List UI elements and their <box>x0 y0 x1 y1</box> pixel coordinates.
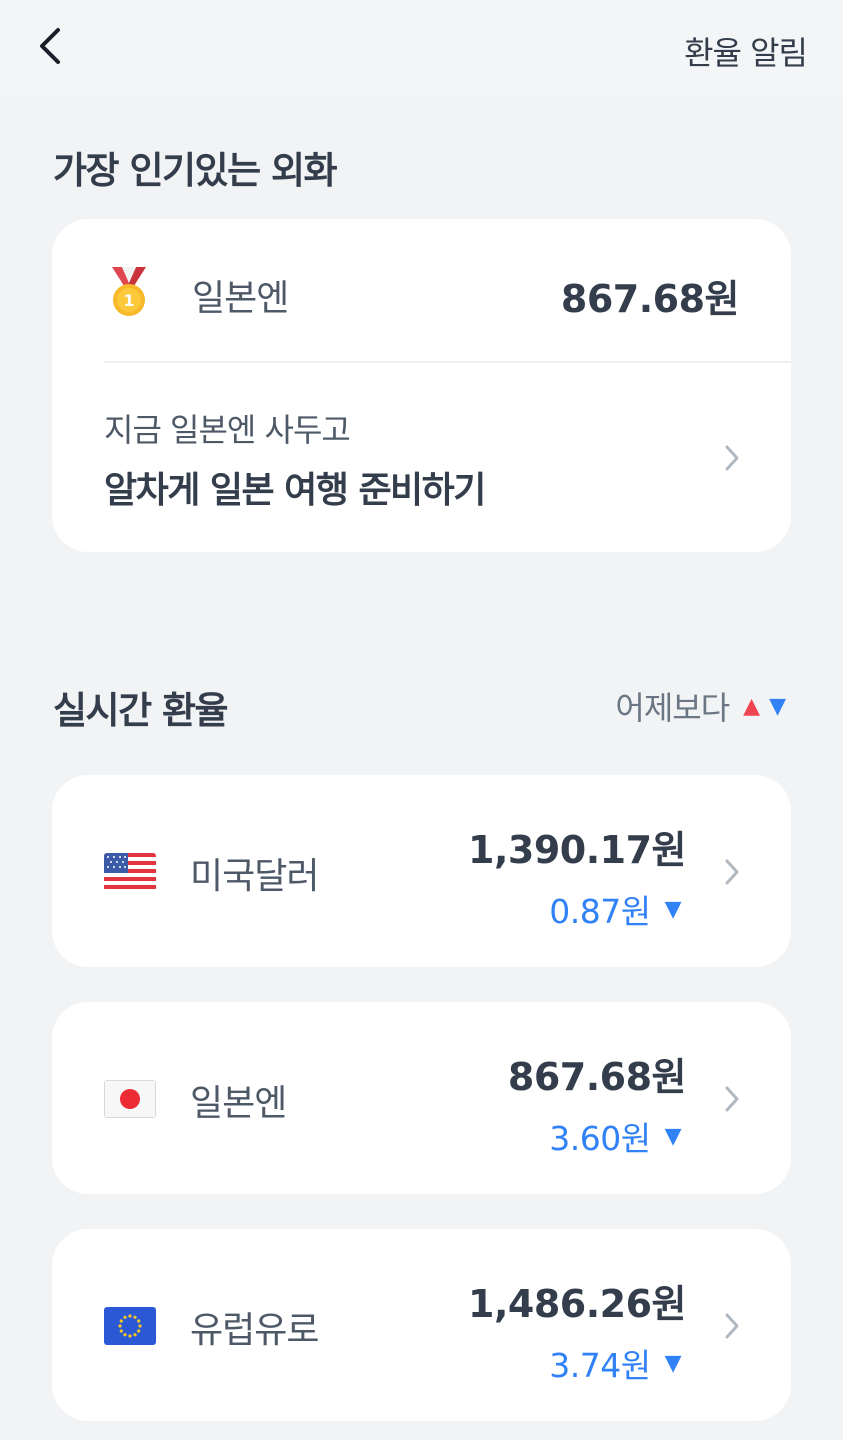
popular-currency-card: 1 일본엔 867.68원 지금 일본엔 사두고 알차게 일본 여행 준비하기 <box>52 219 791 552</box>
top-currency-rate: 867.68원 <box>560 277 740 321</box>
triangle-down-icon: ▼ <box>664 896 682 922</box>
currency-name: 미국달러 <box>190 856 319 897</box>
currency-change: 0.87원 ▼ <box>549 885 681 933</box>
travel-promo-link[interactable]: 지금 일본엔 사두고 알차게 일본 여행 준비하기 <box>52 363 791 552</box>
promo-title: 알차게 일본 여행 준비하기 <box>104 470 486 511</box>
chevron-right-icon <box>725 1086 739 1112</box>
realtime-section-title: 실시간 환율 <box>53 689 229 732</box>
eu-flag-icon <box>104 1307 156 1345</box>
currency-row-jpy[interactable]: 일본엔 867.68원 3.60원 ▼ <box>52 1002 791 1194</box>
triangle-up-icon: ▲ <box>743 693 760 719</box>
currency-name: 유럽유로 <box>190 1310 319 1351</box>
chevron-left-icon <box>40 28 60 64</box>
change-value: 3.60원 <box>549 1119 651 1158</box>
currency-rate: 1,390.17원 <box>468 828 686 872</box>
popular-section-title: 가장 인기있는 외화 <box>53 149 338 192</box>
rate-alert-button[interactable]: 환율 알림 <box>684 28 808 74</box>
currency-rate: 867.68원 <box>507 1055 687 1099</box>
currency-change: 3.74원 ▼ <box>549 1339 681 1387</box>
chevron-right-icon <box>725 859 739 885</box>
promo-subtitle: 지금 일본엔 사두고 <box>104 411 351 449</box>
top-currency-row[interactable]: 1 일본엔 867.68원 <box>52 219 791 362</box>
change-value: 3.74원 <box>549 1346 651 1385</box>
triangle-down-icon: ▼ <box>769 693 786 719</box>
currency-rate: 1,486.26원 <box>468 1282 686 1326</box>
japan-flag-icon <box>104 1080 156 1118</box>
compare-yesterday-legend: 어제보다 ▲ ▼ <box>615 683 786 729</box>
chevron-right-icon <box>725 1313 739 1339</box>
top-bar: 환율 알림 <box>0 0 843 96</box>
us-flag-icon <box>104 853 156 891</box>
change-value: 0.87원 <box>549 892 651 931</box>
triangle-down-icon: ▼ <box>664 1123 682 1149</box>
currency-row-eur[interactable]: 유럽유로 1,486.26원 3.74원 ▼ <box>52 1229 791 1421</box>
top-currency-name: 일본엔 <box>192 278 289 319</box>
medal-rank: 1 <box>123 291 134 310</box>
currency-name: 일본엔 <box>190 1083 287 1124</box>
currency-row-usd[interactable]: 미국달러 1,390.17원 0.87원 ▼ <box>52 775 791 967</box>
chevron-right-icon <box>725 445 739 471</box>
back-button[interactable] <box>30 24 74 68</box>
triangle-down-icon: ▼ <box>664 1350 682 1376</box>
gold-medal-icon: 1 <box>112 267 146 316</box>
currency-change: 3.60원 ▼ <box>549 1112 681 1160</box>
compare-label: 어제보다 <box>615 689 730 727</box>
